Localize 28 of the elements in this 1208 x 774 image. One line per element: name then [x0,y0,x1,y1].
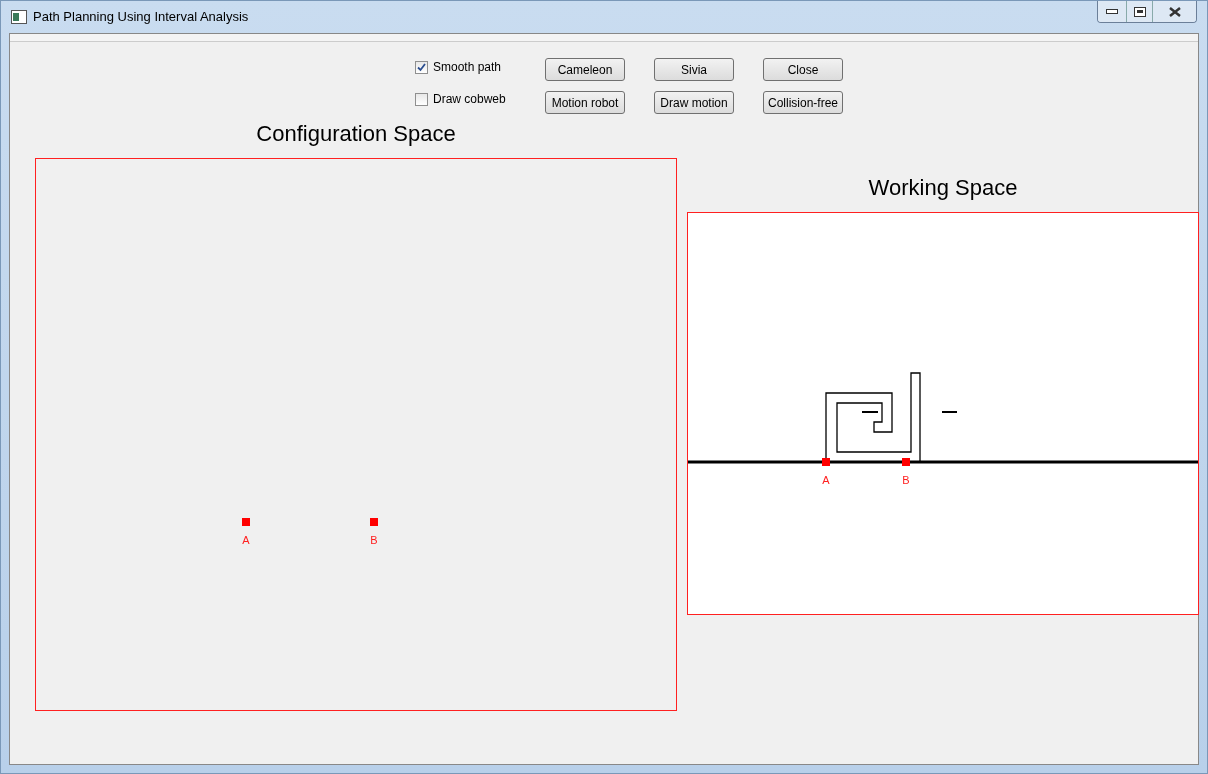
app-icon [11,10,27,24]
panel-title: Configuration Space [256,120,456,148]
checkbox[interactable] [415,60,428,74]
push-button[interactable]: Motion robot [545,91,625,114]
push-button[interactable]: Draw motion [654,91,734,114]
point-label: A [242,534,250,546]
checkbox-label[interactable]: Smooth path [433,58,502,76]
window-title: Path Planning Using Interval Analysis [33,8,249,27]
close-button[interactable] [1152,1,1196,22]
push-button[interactable]: Collision-free [763,91,843,114]
checkbox-label[interactable]: Draw cobweb [433,90,506,108]
point-marker [822,458,830,466]
maximize-icon [1133,6,1146,17]
point-label: A [822,474,830,486]
minimize-button[interactable] [1098,1,1126,22]
maximize-button[interactable] [1126,1,1152,22]
push-button[interactable]: Sivia [654,58,734,81]
point-marker [370,518,378,526]
point-marker [902,458,910,466]
panel-title: Working Space [868,174,1018,202]
point-label: B [902,474,910,486]
point-marker [242,518,250,526]
point-label: B [370,534,378,546]
checkbox[interactable] [415,92,428,106]
push-button[interactable]: Close [763,58,843,81]
close-icon [1168,6,1181,17]
push-button[interactable]: Cameleon [545,58,625,81]
minimize-icon [1106,8,1118,15]
